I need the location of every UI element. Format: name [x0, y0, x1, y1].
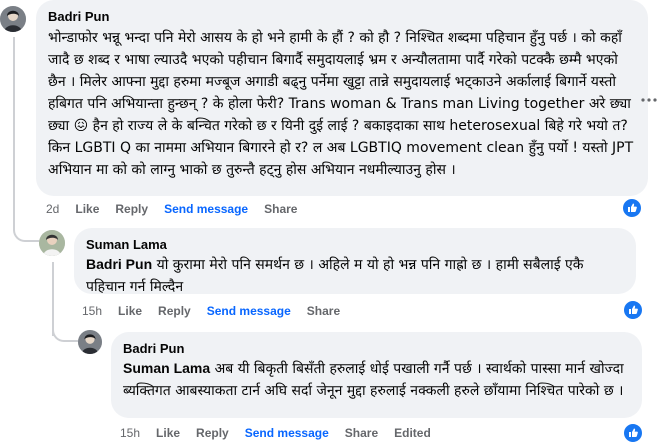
like-button[interactable]: Like	[75, 202, 99, 216]
comment-author[interactable]: Badri Pun	[48, 8, 636, 25]
comment-text: Suman Lama अब यी बिकृती बिसँती हरुलाई धो…	[123, 357, 630, 402]
comment-text: Badri Pun यो कुरामा मेरो पनि समर्थन छ । …	[86, 253, 624, 298]
thread-connector-reply-2	[52, 326, 78, 342]
avatar[interactable]	[0, 6, 26, 32]
avatar[interactable]	[39, 230, 65, 256]
mention-link[interactable]: Badri Pun	[86, 256, 152, 272]
profile-photo-icon	[39, 230, 65, 256]
comment-author[interactable]: Suman Lama	[86, 236, 624, 253]
thread-connector-reply-1	[13, 226, 39, 242]
comment-timestamp[interactable]: 2d	[46, 202, 59, 216]
thread-line-reply-1	[52, 262, 54, 336]
thread-line-root	[13, 37, 15, 227]
comment-bubble: Badri Pun Suman Lama अब यी बिकृती बिसँती…	[111, 332, 642, 418]
comment-bubble: Suman Lama Badri Pun यो कुरामा मेरो पनि …	[74, 228, 636, 295]
send-message-button[interactable]: Send message	[245, 426, 329, 440]
profile-photo-icon	[78, 330, 102, 354]
comment-text: भोन्डाफोर भन्नू भन्दा पनि मेरो आसय के हो…	[48, 30, 634, 178]
reply-button[interactable]: Reply	[115, 202, 148, 216]
share-button[interactable]: Share	[345, 426, 378, 440]
comment-timestamp[interactable]: 15h	[120, 426, 140, 440]
share-button[interactable]: Share	[264, 202, 297, 216]
reply-button[interactable]: Reply	[158, 304, 191, 318]
comment-body: यो कुरामा मेरो पनि समर्थन छ । अहिले म यो…	[86, 257, 584, 295]
comment-actions: 15h Like Reply Send message Share	[82, 304, 356, 318]
like-button[interactable]: Like	[118, 304, 142, 318]
comment-timestamp[interactable]: 15h	[82, 304, 102, 318]
like-button[interactable]: Like	[156, 426, 180, 440]
mention-link[interactable]: Suman Lama	[123, 360, 210, 376]
thumbs-up-icon[interactable]	[621, 197, 643, 219]
comment-actions: 2d Like Reply Send message Share	[46, 202, 313, 216]
edited-indicator[interactable]: Edited	[394, 426, 431, 440]
comment-actions: 15h Like Reply Send message Share Edited	[120, 426, 447, 440]
send-message-button[interactable]: Send message	[207, 304, 291, 318]
comment-bubble: Badri Pun भोन्डाफोर भन्नू भन्दा पनि मेरो…	[36, 0, 648, 196]
avatar[interactable]	[78, 330, 102, 354]
profile-photo-icon	[0, 6, 26, 32]
thumbs-up-icon[interactable]	[622, 422, 644, 444]
thumbs-up-icon[interactable]	[622, 299, 644, 321]
comment-author[interactable]: Badri Pun	[123, 340, 630, 357]
more-options-icon[interactable]	[637, 92, 661, 108]
reply-button[interactable]: Reply	[196, 426, 229, 440]
send-message-button[interactable]: Send message	[164, 202, 248, 216]
share-button[interactable]: Share	[307, 304, 340, 318]
